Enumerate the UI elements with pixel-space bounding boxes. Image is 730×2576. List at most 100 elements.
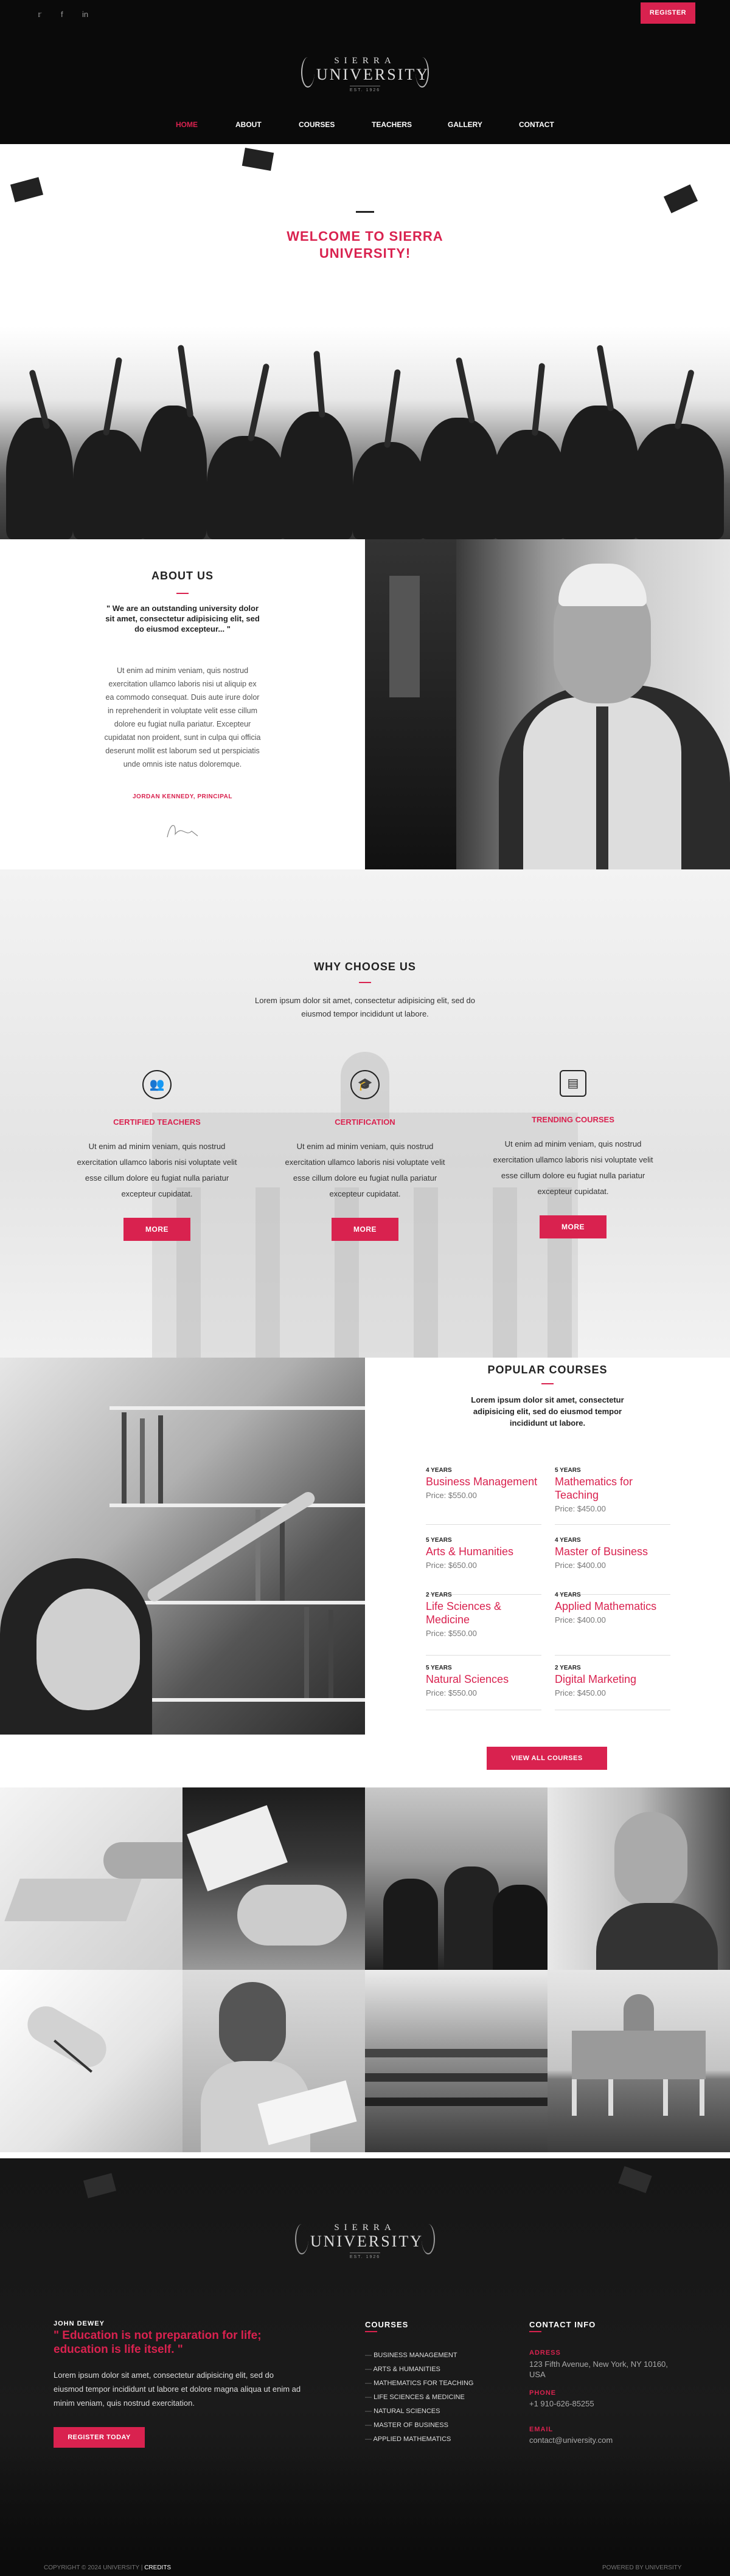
feature-title: CERTIFICATION	[335, 1117, 395, 1127]
twitter-icon[interactable]: 𝕣	[38, 10, 41, 19]
footer-course-link[interactable]: ARTS & HUMANITIES	[365, 2366, 440, 2373]
footer-course-link[interactable]: MATHEMATICS FOR TEACHING	[365, 2380, 473, 2387]
course-years: 4 YEARS	[555, 1537, 581, 1544]
laurel-right-icon	[422, 2224, 435, 2254]
gallery-writing-photo[interactable]	[0, 1970, 182, 2152]
course-name: Life Sciences & Medicine	[426, 1600, 502, 1626]
course-price: Price: $400.00	[555, 1615, 606, 1625]
graduation-cap-image	[663, 184, 698, 213]
feature-text: Ut enim ad minim veniam, quis nostrud ex…	[493, 1139, 653, 1196]
gallery	[0, 1787, 730, 2152]
course-years: 5 YEARS	[426, 1665, 452, 1671]
graduates-photo	[0, 344, 730, 539]
course-years: 2 YEARS	[555, 1665, 581, 1671]
address-label: ADRESS	[529, 2349, 561, 2357]
gallery-graduation-photo[interactable]	[365, 1787, 548, 1970]
course-item[interactable]: 5 YEARS Natural Sciences Price: $550.00	[426, 1665, 541, 1710]
hero-title: WELCOME TO SIERRA UNIVERSITY!	[287, 229, 443, 261]
register-button[interactable]: REGISTER	[641, 2, 695, 24]
gallery-lecture-hall-photo[interactable]	[365, 1970, 548, 2152]
title-dash	[529, 2331, 541, 2332]
feature-certified-teachers: 👥 CERTIFIED TEACHERS Ut enim ad minim ve…	[75, 1070, 239, 1241]
signature-image	[167, 825, 198, 838]
logo-line1: SIERRA	[334, 56, 396, 66]
course-item[interactable]: 5 YEARS Arts & Humanities Price: $650.00	[426, 1537, 541, 1595]
nav-courses[interactable]: COURSES	[299, 120, 335, 129]
course-years: 5 YEARS	[426, 1537, 452, 1544]
course-price: Price: $450.00	[555, 1504, 606, 1513]
about-author: JORDAN KENNEDY, PRINCIPAL	[133, 793, 232, 800]
view-all-courses-button[interactable]: VIEW ALL COURSES	[487, 1747, 607, 1770]
email-value[interactable]: contact@university.com	[529, 2436, 613, 2445]
laurel-left-icon	[295, 2224, 308, 2254]
graduation-cap-image	[10, 177, 44, 202]
logo-line2: UNIVERSITY	[310, 2232, 423, 2250]
nav-contact[interactable]: CONTACT	[519, 120, 554, 129]
course-name: Applied Mathematics	[555, 1600, 657, 1612]
course-years: 4 YEARS	[555, 1592, 581, 1598]
footer-logo[interactable]: SIERRA UNIVERSITY EST. 1926	[310, 2223, 423, 2261]
nav-teachers[interactable]: TEACHERS	[372, 120, 412, 129]
credits-link[interactable]: CREDITS	[144, 2564, 171, 2571]
course-years: 2 YEARS	[426, 1592, 452, 1598]
gallery-man-portrait-photo[interactable]	[548, 1787, 730, 1970]
course-price: Price: $550.00	[426, 1491, 477, 1500]
footer-course-link[interactable]: LIFE SCIENCES & MEDICINE	[365, 2394, 465, 2401]
popular-courses-section: POPULAR COURSES Lorem ipsum dolor sit am…	[365, 1358, 730, 1735]
course-item[interactable]: 4 YEARS Applied Mathematics Price: $400.00	[555, 1592, 670, 1656]
feature-text: Ut enim ad minim veniam, quis nostrud ex…	[77, 1142, 237, 1198]
nav-gallery[interactable]: GALLERY	[448, 120, 482, 129]
course-item[interactable]: 5 YEARS Mathematics for Teaching Price: $4…	[555, 1467, 670, 1525]
course-item[interactable]: 4 YEARS Master of Business Price: $400.00	[555, 1537, 670, 1595]
footer: SIERRA UNIVERSITY EST. 1926 JOHN DEWEY "…	[0, 2158, 730, 2576]
course-price: Price: $650.00	[426, 1561, 477, 1570]
gallery-reading-book-photo[interactable]	[182, 1787, 365, 1970]
contact-info-title: CONTACT INFO	[529, 2320, 596, 2329]
logo-line1: SIERRA	[334, 2223, 396, 2232]
phone-label: PHONE	[529, 2389, 557, 2397]
more-button[interactable]: MORE	[332, 1218, 398, 1241]
phone-value[interactable]: +1 910-626-85255	[529, 2399, 594, 2408]
course-name: Master of Business	[555, 1545, 648, 1558]
footer-course-link[interactable]: NATURAL SCIENCES	[365, 2408, 440, 2415]
powered-by-text: POWERED BY UNIVERSITY	[602, 2564, 682, 2571]
about-text: Ut enim ad minim veniam, quis nostrud ex…	[104, 666, 261, 768]
footer-course-link[interactable]: BUSINESS MANAGEMENT	[365, 2352, 457, 2359]
course-name: Business Management	[426, 1476, 538, 1488]
logo[interactable]: SIERRA UNIVERSITY EST. 1926	[316, 56, 428, 94]
gallery-campus-photo[interactable]	[548, 1970, 730, 2152]
document-icon: ▤	[560, 1070, 586, 1097]
gallery-woman-reading-photo[interactable]	[182, 1970, 365, 2152]
course-item[interactable]: 2 YEARS Digital Marketing Price: $450.00	[555, 1665, 670, 1710]
feature-certification: 🎓 CERTIFICATION Ut enim ad minim veniam,…	[283, 1070, 447, 1241]
graduates-silhouette-image	[0, 2450, 730, 2560]
register-today-button[interactable]: REGISTER TODAY	[54, 2427, 145, 2448]
hero-section: WELCOME TO SIERRA UNIVERSITY!	[0, 144, 730, 539]
title-dash	[365, 2331, 377, 2332]
facebook-icon[interactable]: f	[61, 10, 63, 19]
nav-about[interactable]: ABOUT	[235, 120, 262, 129]
course-price: Price: $400.00	[555, 1561, 606, 1570]
copyright-text: COPYRIGHT © 2024 UNIVERSITY | CREDITS	[44, 2564, 171, 2571]
course-name: Arts & Humanities	[426, 1545, 514, 1558]
nav-home[interactable]: HOME	[176, 120, 198, 129]
logo-line3: EST. 1926	[349, 2253, 381, 2259]
feature-trending-courses: ▤ TRENDING COURSES Ut enim ad minim veni…	[491, 1070, 655, 1238]
course-item[interactable]: 2 YEARS Life Sciences & Medicine Price: $5…	[426, 1592, 541, 1656]
courses-subtitle: Lorem ipsum dolor sit amet, consectetur …	[471, 1395, 624, 1428]
linkedin-icon[interactable]: in	[82, 10, 88, 19]
feature-text: Ut enim ad minim veniam, quis nostrud ex…	[285, 1142, 445, 1198]
footer-course-link[interactable]: MASTER OF BUSINESS	[365, 2422, 448, 2429]
more-button[interactable]: MORE	[123, 1218, 190, 1241]
course-item[interactable]: 4 YEARS Business Management Price: $550.00	[426, 1467, 541, 1525]
graduation-cap-image	[242, 148, 274, 171]
more-button[interactable]: MORE	[540, 1215, 607, 1238]
course-price: Price: $550.00	[426, 1629, 477, 1638]
footer-course-link[interactable]: APPLIED MATHEMATICS	[365, 2436, 451, 2443]
title-dash	[541, 1383, 554, 1384]
title-dash	[176, 593, 189, 594]
why-title: WHY CHOOSE US	[314, 961, 416, 973]
footer-bottom-bar: COPYRIGHT © 2024 UNIVERSITY | CREDITS PO…	[0, 2560, 730, 2576]
graduation-cap-image	[618, 2166, 652, 2194]
gallery-laptop-photo[interactable]	[0, 1787, 182, 1970]
